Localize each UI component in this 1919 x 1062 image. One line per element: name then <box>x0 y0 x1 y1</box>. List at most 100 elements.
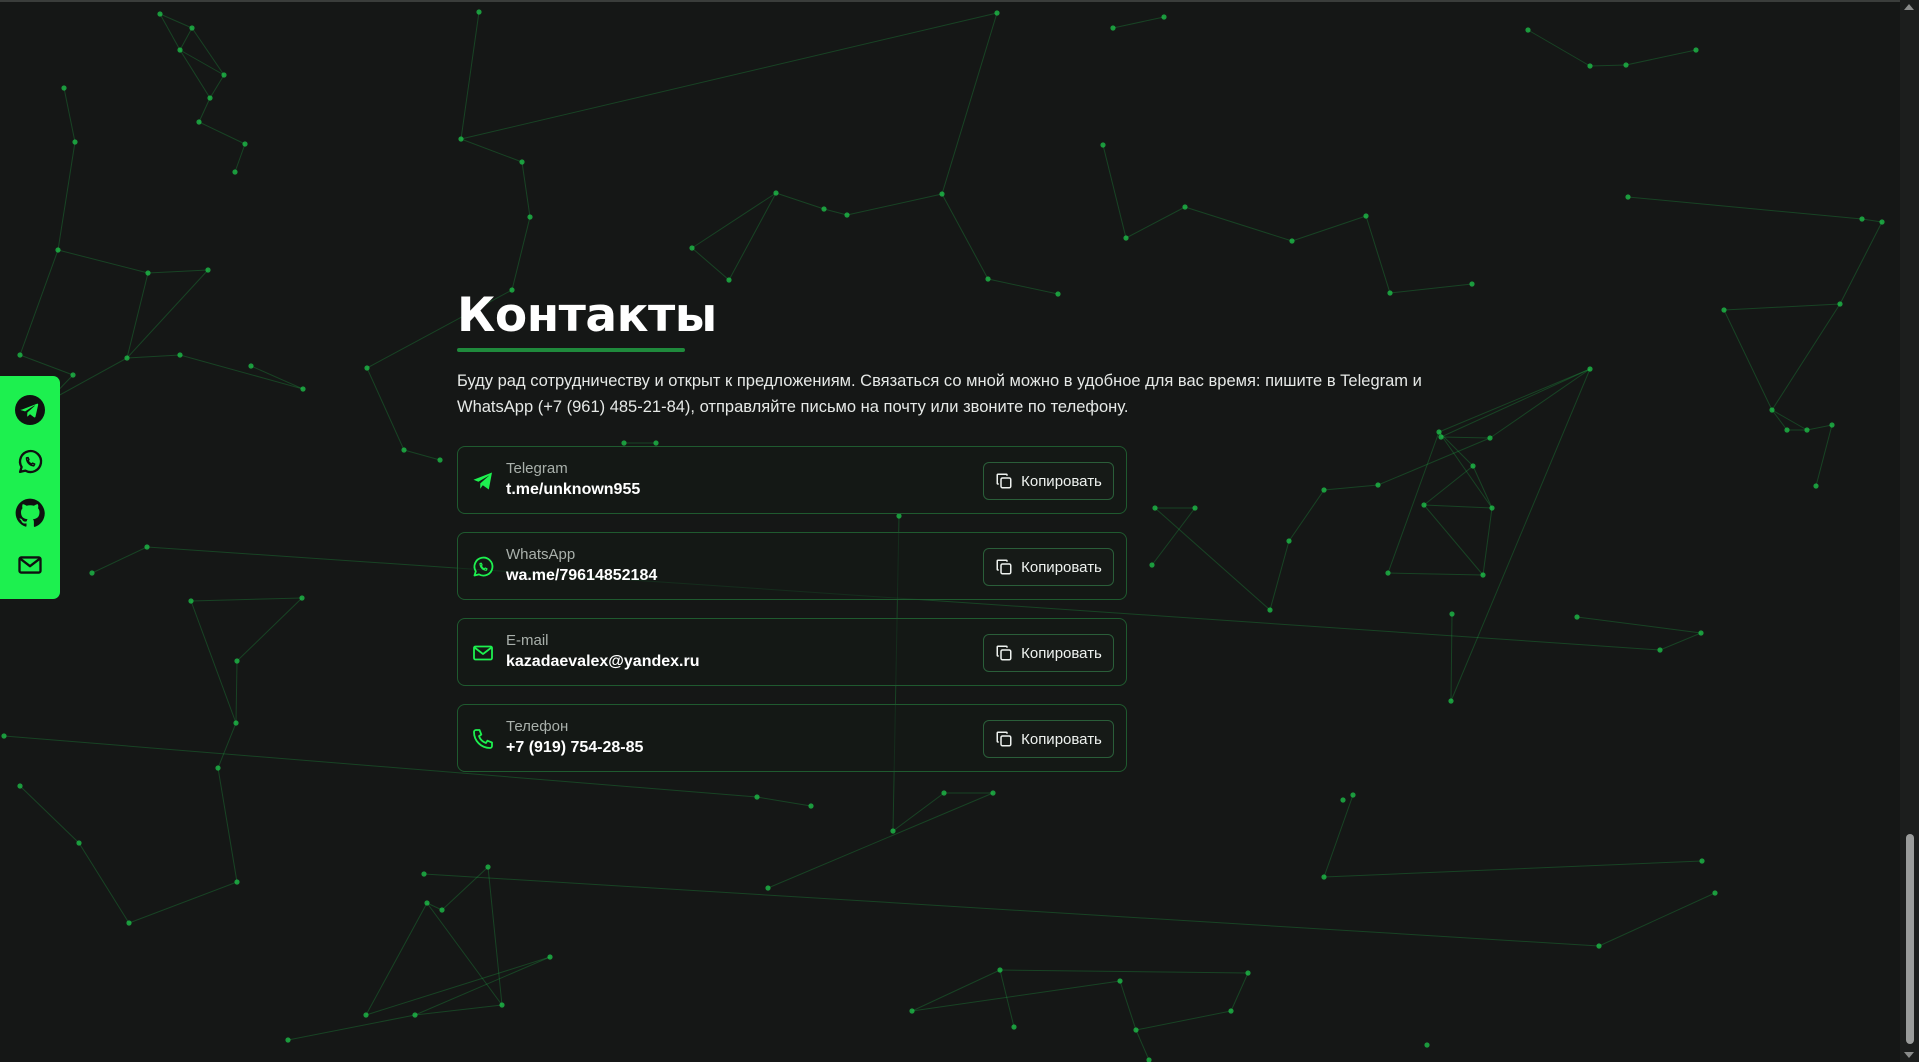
network-node <box>1421 502 1427 508</box>
network-node <box>1011 1024 1017 1030</box>
copy-icon <box>996 559 1012 575</box>
telegram-link[interactable] <box>13 393 47 427</box>
network-node <box>485 864 491 870</box>
network-link <box>414 956 551 1016</box>
network-node <box>821 206 827 212</box>
network-node <box>458 136 464 142</box>
network-node <box>1623 62 1629 68</box>
network-node <box>234 879 240 885</box>
network-node <box>1784 427 1790 433</box>
network-node <box>76 840 82 846</box>
network-node <box>1286 538 1292 544</box>
network-link <box>1815 424 1833 487</box>
network-node <box>1879 219 1885 225</box>
network-link <box>1625 49 1697 66</box>
network-node <box>232 169 238 175</box>
network-node <box>1525 27 1531 33</box>
network-link <box>728 192 777 281</box>
network-node <box>1340 797 1346 803</box>
network-node <box>17 783 23 789</box>
network-node <box>726 277 732 283</box>
copy-button-label: Копировать <box>1021 472 1102 490</box>
copy-button[interactable]: Копировать <box>983 462 1114 500</box>
network-link <box>57 249 149 274</box>
network-node <box>1387 290 1393 296</box>
whatsapp-link[interactable] <box>13 445 47 479</box>
network-link <box>209 74 225 99</box>
network-node <box>1228 1008 1234 1014</box>
network-node <box>1657 647 1663 653</box>
network-node <box>1587 366 1593 372</box>
network-node <box>1721 307 1727 313</box>
scrollbar[interactable] <box>1900 0 1919 1062</box>
network-node <box>990 790 996 796</box>
network-node <box>55 247 61 253</box>
network-link <box>128 881 238 924</box>
copy-button-label: Копировать <box>1021 558 1102 576</box>
network-node <box>188 598 194 604</box>
network-link <box>236 597 303 662</box>
scroll-up-arrow-icon[interactable] <box>1904 4 1914 10</box>
copy-button[interactable]: Копировать <box>983 720 1114 758</box>
network-node <box>1161 14 1167 20</box>
scrollbar-thumb[interactable] <box>1906 834 1914 1044</box>
network-link <box>691 192 777 249</box>
network-node <box>439 907 445 913</box>
network-node <box>421 871 427 877</box>
send-icon <box>473 472 492 490</box>
contact-list: Telegram t.me/unknown955 Копировать What… <box>457 446 1257 772</box>
network-link <box>1389 283 1473 294</box>
network-link <box>1323 484 1379 491</box>
network-node <box>773 190 779 196</box>
network-link <box>1365 215 1391 294</box>
network-node <box>994 10 1000 16</box>
network-node <box>890 828 896 834</box>
network-link <box>1125 206 1186 239</box>
network-node <box>1289 238 1295 244</box>
network-link <box>1771 409 1808 431</box>
network-node <box>1596 943 1602 949</box>
network-link <box>126 272 149 359</box>
mail-icon <box>18 555 42 574</box>
network-node <box>985 276 991 282</box>
network-node <box>1123 235 1129 241</box>
network-link <box>414 1004 503 1016</box>
network-link <box>1135 1029 1150 1061</box>
network-node <box>808 803 814 809</box>
network-node <box>1110 25 1116 31</box>
email-link[interactable] <box>13 548 47 582</box>
copy-icon <box>996 645 1012 661</box>
network-link <box>57 141 76 251</box>
phone-icon <box>473 729 493 749</box>
network-link <box>1472 465 1493 509</box>
network-link <box>190 597 303 602</box>
network-link <box>1861 218 1883 223</box>
network-link <box>460 12 998 140</box>
network-node <box>997 967 1003 973</box>
network-link <box>1230 972 1249 1012</box>
copy-button[interactable]: Копировать <box>983 634 1114 672</box>
network-node <box>941 790 947 796</box>
network-link <box>1119 980 1137 1031</box>
network-link <box>1387 572 1484 576</box>
network-node <box>70 372 76 378</box>
copy-button[interactable]: Копировать <box>983 548 1114 586</box>
network-link <box>159 13 181 51</box>
network-node <box>126 920 132 926</box>
contact-card-email: E-mail kazadaevalex@yandex.ru Копировать <box>457 618 1127 686</box>
network-node <box>1829 422 1835 428</box>
network-node <box>1146 1057 1152 1062</box>
network-node <box>205 267 211 273</box>
network-node <box>234 658 240 664</box>
network-link <box>234 143 246 173</box>
network-link <box>217 767 238 883</box>
network-link <box>892 792 945 832</box>
contact-label: Telegram <box>506 460 568 477</box>
network-node <box>248 363 254 369</box>
network-link <box>1288 489 1325 542</box>
network-node <box>242 141 248 147</box>
network-node <box>1100 142 1106 148</box>
github-link[interactable] <box>13 496 47 530</box>
network-link <box>423 873 1600 947</box>
scroll-down-arrow-icon[interactable] <box>1904 1052 1914 1058</box>
